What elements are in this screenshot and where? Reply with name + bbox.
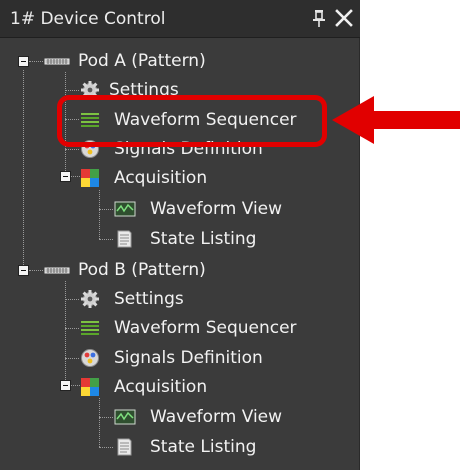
tree-connector: [65, 358, 79, 359]
tree-connector: [71, 176, 80, 177]
tree-node-pod-a[interactable]: Pod A (Pattern): [44, 47, 264, 75]
tree-connector: [71, 385, 80, 386]
tree-node-waveform-sequencer[interactable]: Waveform Sequencer: [80, 314, 320, 342]
state-listing-icon: [114, 229, 134, 249]
tree-node-label: Pod B (Pattern): [78, 260, 206, 280]
close-icon[interactable]: [334, 8, 354, 28]
tree-connector: [99, 209, 113, 210]
tree-connector: [99, 417, 113, 418]
collapse-toggle-pod-a[interactable]: [18, 56, 29, 67]
tree-node-label: Signals Definition: [114, 348, 263, 368]
tree-connector: [23, 70, 24, 271]
tree-node-state-listing[interactable]: State Listing: [114, 433, 314, 461]
gear-icon: [80, 289, 100, 309]
tree-connector: [29, 270, 43, 271]
tree-node-waveform-view[interactable]: Waveform View: [114, 195, 314, 223]
acquisition-icon: [80, 377, 100, 397]
tree-node-label: Pod A (Pattern): [78, 51, 206, 71]
tree-connector: [99, 190, 100, 239]
tree-node-label: State Listing: [150, 437, 257, 457]
tree-node-state-listing[interactable]: State Listing: [114, 225, 314, 253]
tree-node-label: Waveform View: [150, 199, 283, 219]
tree-node-settings[interactable]: Settings: [80, 285, 200, 313]
tree-node-label: Acquisition: [114, 168, 208, 188]
pointer-arrow-icon: [332, 96, 460, 144]
pod-connector-icon: [44, 260, 70, 280]
collapse-toggle-acquisition[interactable]: [60, 171, 71, 182]
tree-node-acquisition[interactable]: Acquisition: [80, 373, 260, 401]
device-control-panel: 1# Device Control Pod A (Pattern) Settin…: [0, 0, 360, 470]
pin-icon[interactable]: [311, 8, 327, 28]
tree-node-label: Settings: [114, 289, 184, 309]
sequencer-icon: [80, 318, 100, 338]
waveform-view-icon: [114, 199, 136, 219]
signals-icon: [80, 348, 100, 368]
tree-node-label: Acquisition: [114, 377, 208, 397]
collapse-toggle-acquisition[interactable]: [60, 380, 71, 391]
tree-node-label: State Listing: [150, 229, 257, 249]
pod-connector-icon: [44, 51, 70, 71]
tree-node-pod-b[interactable]: Pod B (Pattern): [44, 256, 264, 284]
tree-connector: [65, 149, 79, 150]
tree-node-label: Waveform View: [150, 407, 283, 427]
tree-connector: [99, 398, 100, 447]
tree-connector: [65, 281, 66, 386]
tree-node-acquisition[interactable]: Acquisition: [80, 164, 260, 192]
tree-connector: [99, 239, 113, 240]
tree-connector: [65, 90, 79, 91]
tree-node-signals-definition[interactable]: Signals Definition: [80, 344, 300, 372]
acquisition-icon: [80, 168, 100, 188]
tree-connector: [99, 447, 113, 448]
highlight-box: [57, 95, 327, 147]
tree-connector: [29, 61, 43, 62]
tree-connector: [65, 299, 79, 300]
waveform-view-icon: [114, 407, 136, 427]
panel-title: 1# Device Control: [10, 9, 166, 29]
tree-connector: [65, 328, 79, 329]
tree-node-waveform-view[interactable]: Waveform View: [114, 403, 314, 431]
tree-node-label: Waveform Sequencer: [114, 318, 297, 338]
collapse-toggle-pod-b[interactable]: [18, 265, 29, 276]
state-listing-icon: [114, 437, 134, 457]
panel-titlebar: 1# Device Control: [0, 0, 360, 38]
